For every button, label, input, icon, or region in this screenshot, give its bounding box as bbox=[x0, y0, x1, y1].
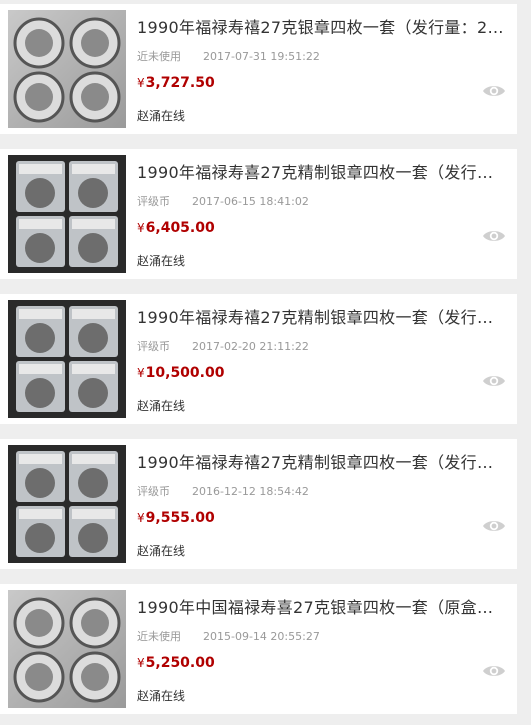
listing-title[interactable]: 1990年福禄寿禧27克精制银章四枚一套（发行量… bbox=[137, 449, 507, 473]
condition-label: 评级币 bbox=[137, 195, 170, 208]
currency-symbol: ¥ bbox=[137, 221, 145, 235]
listing-meta: 评级币 2017-06-15 18:41:02 bbox=[137, 193, 309, 209]
condition-label: 评级币 bbox=[137, 485, 170, 498]
listing-thumbnail[interactable] bbox=[8, 445, 126, 563]
currency-symbol: ¥ bbox=[137, 511, 145, 525]
eye-icon[interactable] bbox=[482, 663, 506, 679]
eye-icon[interactable] bbox=[482, 373, 506, 389]
listing-title[interactable]: 1990年福禄寿喜27克精制银章四枚一套（发行量… bbox=[137, 159, 507, 183]
listing-price: ¥9,555.00 bbox=[137, 510, 215, 526]
seller-name[interactable]: 赵涌在线 bbox=[137, 397, 185, 414]
price-value: 3,727.50 bbox=[145, 75, 215, 91]
condition-label: 评级币 bbox=[137, 340, 170, 353]
listing-meta: 近未使用 2015-09-14 20:55:27 bbox=[137, 628, 320, 644]
price-value: 5,250.00 bbox=[145, 655, 215, 671]
listing-thumbnail[interactable] bbox=[8, 590, 126, 708]
listing-list: 1990年福禄寿禧27克银章四枚一套（发行量：204… 近未使用 2017-07-… bbox=[0, 0, 531, 725]
currency-symbol: ¥ bbox=[137, 366, 145, 380]
currency-symbol: ¥ bbox=[137, 656, 145, 670]
seller-name[interactable]: 赵涌在线 bbox=[137, 252, 185, 269]
price-value: 6,405.00 bbox=[145, 220, 215, 236]
listing-price: ¥3,727.50 bbox=[137, 75, 215, 91]
listing-card[interactable]: 1990年福禄寿禧27克银章四枚一套（发行量：204… 近未使用 2017-07-… bbox=[0, 4, 517, 134]
listing-date: 2016-12-12 18:54:42 bbox=[192, 485, 309, 498]
listing-thumbnail[interactable] bbox=[8, 10, 126, 128]
listing-card[interactable]: 1990年中国福禄寿喜27克银章四枚一套（原盒、… 近未使用 2015-09-14… bbox=[0, 584, 517, 714]
listing-title[interactable]: 1990年福禄寿禧27克精制银章四枚一套（发行量… bbox=[137, 304, 507, 328]
listing-price: ¥6,405.00 bbox=[137, 220, 215, 236]
seller-name[interactable]: 赵涌在线 bbox=[137, 687, 185, 704]
seller-name[interactable]: 赵涌在线 bbox=[137, 542, 185, 559]
listing-thumbnail[interactable] bbox=[8, 155, 126, 273]
condition-label: 近未使用 bbox=[137, 630, 181, 643]
listing-meta: 评级币 2017-02-20 21:11:22 bbox=[137, 338, 309, 354]
price-value: 9,555.00 bbox=[145, 510, 215, 526]
listing-price: ¥5,250.00 bbox=[137, 655, 215, 671]
eye-icon[interactable] bbox=[482, 83, 506, 99]
listing-date: 2017-06-15 18:41:02 bbox=[192, 195, 309, 208]
listing-thumbnail[interactable] bbox=[8, 300, 126, 418]
listing-price: ¥10,500.00 bbox=[137, 365, 224, 381]
listing-title[interactable]: 1990年福禄寿禧27克银章四枚一套（发行量：204… bbox=[137, 14, 507, 38]
listing-card[interactable]: 1990年福禄寿禧27克精制银章四枚一套（发行量… 评级币 2016-12-12 … bbox=[0, 439, 517, 569]
eye-icon[interactable] bbox=[482, 228, 506, 244]
listing-card[interactable]: 1990年福禄寿喜27克精制银章四枚一套（发行量… 评级币 2017-06-15 … bbox=[0, 149, 517, 279]
listing-date: 2017-07-31 19:51:22 bbox=[203, 50, 320, 63]
listing-title[interactable]: 1990年中国福禄寿喜27克银章四枚一套（原盒、… bbox=[137, 594, 507, 618]
listing-date: 2015-09-14 20:55:27 bbox=[203, 630, 320, 643]
listing-date: 2017-02-20 21:11:22 bbox=[192, 340, 309, 353]
condition-label: 近未使用 bbox=[137, 50, 181, 63]
seller-name[interactable]: 赵涌在线 bbox=[137, 107, 185, 124]
listing-card[interactable]: 1990年福禄寿禧27克精制银章四枚一套（发行量… 评级币 2017-02-20 … bbox=[0, 294, 517, 424]
listing-meta: 评级币 2016-12-12 18:54:42 bbox=[137, 483, 309, 499]
eye-icon[interactable] bbox=[482, 518, 506, 534]
price-value: 10,500.00 bbox=[145, 365, 225, 381]
listing-meta: 近未使用 2017-07-31 19:51:22 bbox=[137, 48, 320, 64]
currency-symbol: ¥ bbox=[137, 76, 145, 90]
